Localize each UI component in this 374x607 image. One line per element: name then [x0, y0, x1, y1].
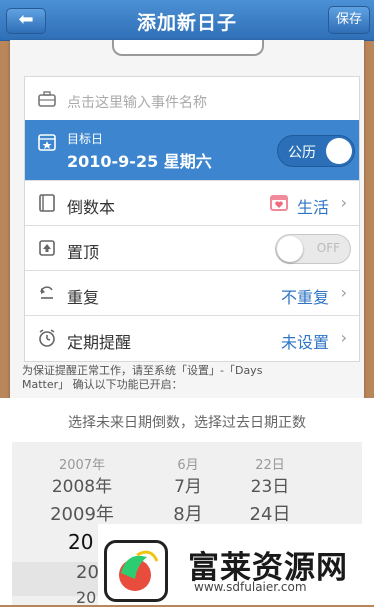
toggle-knob — [277, 236, 303, 262]
header-bar: ⬅ 添加新日子 保存 — [0, 0, 374, 41]
notebook-icon — [39, 194, 55, 212]
day-option[interactable]: 23日 — [220, 472, 320, 497]
pin-top-icon — [39, 240, 55, 256]
reminder-row[interactable]: 定期提醒 未设置 › — [25, 315, 359, 360]
target-date-row[interactable]: 目标日 2010-9-25 星期六 公历 — [25, 120, 359, 180]
target-date-value: 2010-9-25 星期六 — [67, 152, 212, 171]
repeat-label: 重复 — [67, 288, 100, 307]
pin-top-toggle-label: OFF — [316, 241, 340, 255]
repeat-value: 不重复 — [280, 288, 329, 307]
picker-hint: 选择未来日期倒数，选择过去日期正数 — [68, 415, 306, 431]
settings-card: 倒数本 生活 › 置顶 OFF 重复 不重复 › 定期提醒 未设置 › — [24, 180, 360, 362]
countdown-book-label: 倒数本 — [67, 198, 116, 217]
event-card: 点击这里输入事件名称 目标日 2010-9-25 星期六 公历 — [24, 76, 360, 180]
repeat-row[interactable]: 重复 不重复 › — [25, 270, 359, 315]
year-option[interactable]: 2007年 — [32, 454, 132, 473]
watermark-logo-icon — [104, 540, 168, 602]
reminder-label: 定期提醒 — [67, 333, 132, 352]
pin-top-toggle[interactable]: OFF — [275, 234, 351, 264]
target-date-label: 目标日 — [67, 132, 104, 146]
watermark-url: www.sdfulaier.com — [194, 580, 307, 594]
page-title: 添加新日子 — [136, 12, 237, 34]
life-category-icon — [270, 195, 288, 211]
pin-top-label: 置顶 — [67, 243, 100, 262]
calendar-type-toggle[interactable]: 公历 — [277, 135, 355, 167]
reminder-note: 为保证提醒正常工作，请至系统「设置」-「Days Matter」 确认以下功能已… — [22, 364, 358, 392]
reminder-value: 未设置 — [280, 333, 329, 352]
year-option[interactable]: 2008年 — [32, 472, 132, 497]
day-option[interactable]: 24日 — [220, 500, 320, 526]
watermark: 富莱资源网 www.sdfulaier.com — [98, 524, 374, 605]
note-line-2: Matter」 确认以下功能已开启： — [22, 378, 183, 391]
year-option[interactable]: 2009年 — [32, 500, 132, 526]
countdown-book-value: 生活 — [296, 198, 329, 217]
alarm-clock-icon — [39, 329, 55, 347]
event-name-placeholder: 点击这里输入事件名称 — [67, 95, 207, 111]
toggle-knob — [326, 138, 352, 164]
save-button[interactable]: 保存 — [328, 6, 370, 34]
note-line-1: 为保证提醒正常工作，请至系统「设置」-「Days — [22, 364, 263, 377]
calendar-type-label: 公历 — [288, 145, 316, 161]
chevron-right-icon: › — [340, 283, 347, 302]
chevron-right-icon: › — [340, 193, 347, 212]
repeat-icon — [40, 286, 53, 299]
clipboard-clip — [112, 40, 264, 56]
day-option[interactable]: 22日 — [220, 454, 320, 473]
pin-top-row[interactable]: 置顶 OFF — [25, 225, 359, 270]
event-name-field[interactable]: 点击这里输入事件名称 — [25, 77, 359, 121]
briefcase-icon — [38, 91, 56, 107]
countdown-book-row[interactable]: 倒数本 生活 › — [25, 180, 359, 225]
chevron-right-icon: › — [340, 328, 347, 347]
calendar-star-icon — [38, 134, 56, 151]
